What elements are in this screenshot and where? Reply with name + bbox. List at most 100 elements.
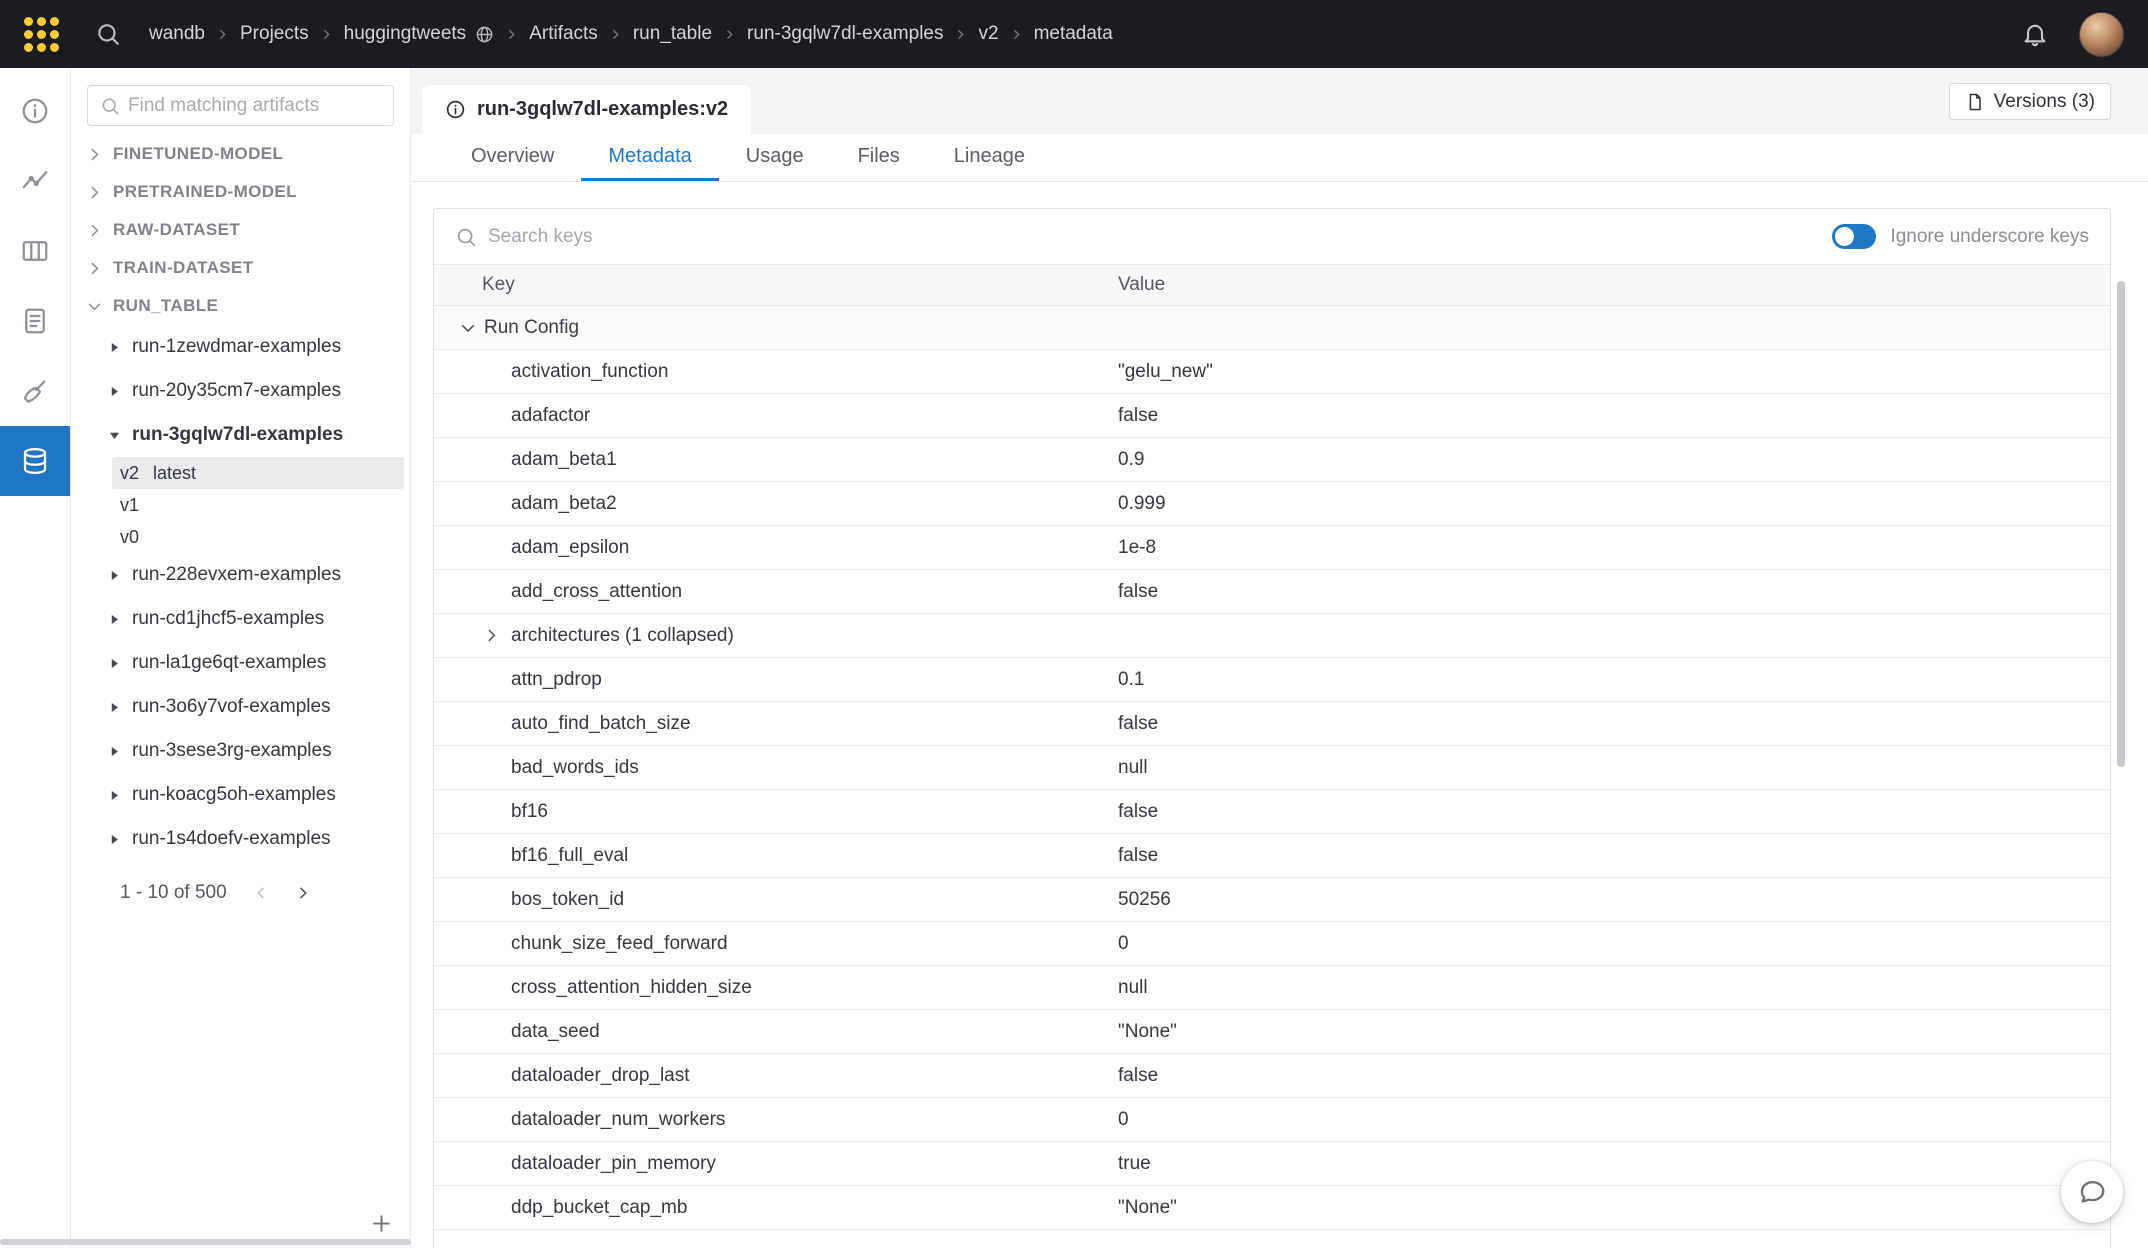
table-row[interactable]: adam_epsilon 1e-8	[434, 526, 2110, 570]
table-row[interactable]: attn_pdrop 0.1	[434, 658, 2110, 702]
table-row[interactable]: cross_attention_hidden_size null	[434, 966, 2110, 1010]
run-config-group-row[interactable]: Run Config	[434, 306, 2110, 350]
row-key: ddp_bucket_cap_mb	[511, 1197, 687, 1219]
artifacts-database-icon[interactable]	[0, 426, 70, 496]
table-row[interactable]: bf16_full_eval false	[434, 834, 2110, 878]
sidebar-collection[interactable]: TRAIN-DATASET	[71, 249, 410, 287]
breadcrumb-item[interactable]: run_table	[633, 23, 712, 45]
version-item[interactable]: v2 latest	[112, 457, 404, 489]
breadcrumb-item[interactable]: wandb	[149, 23, 205, 45]
sidebar-collection[interactable]: FINETUNED-MODEL	[71, 135, 410, 173]
sidebar-collection[interactable]: PRETRAINED-MODEL	[71, 173, 410, 211]
collection-list: FINETUNED-MODEL PRETRAINED-MODEL	[71, 135, 410, 287]
row-key-cell: bf16_full_eval	[434, 845, 1118, 867]
user-avatar[interactable]	[2079, 12, 2124, 57]
sidebar-collection[interactable]: RAW-DATASET	[71, 211, 410, 249]
sidebar-run-item[interactable]: run-cd1jhcf5-examples	[71, 597, 410, 641]
table-row[interactable]: dataloader_num_workers 0	[434, 1098, 2110, 1142]
row-key-cell: dataloader_num_workers	[434, 1109, 1118, 1131]
row-key: adam_beta1	[511, 449, 617, 471]
table-row[interactable]: add_cross_attention false	[434, 570, 2110, 614]
table-row[interactable]: adafactor false	[434, 394, 2110, 438]
sidebar-run-item[interactable]: run-20y35cm7-examples	[71, 369, 410, 413]
table-row[interactable]: bad_words_ids null	[434, 746, 2110, 790]
breadcrumb-item[interactable]: v2	[978, 23, 998, 45]
overview-info-icon[interactable]	[0, 76, 70, 146]
sidebar-horizontal-scrollbar[interactable]	[0, 1239, 411, 1245]
table-row[interactable]: dataloader_pin_memory true	[434, 1142, 2110, 1186]
version-item[interactable]: v1	[112, 489, 404, 521]
sidebar-run-item[interactable]: run-1zewdmar-examples	[71, 325, 410, 369]
add-artifact-button[interactable]	[369, 1211, 394, 1236]
row-key-cell: adam_beta1	[434, 449, 1118, 471]
search-icon	[455, 226, 477, 248]
pagination-prev-icon[interactable]	[253, 885, 269, 901]
wandb-logo[interactable]	[24, 17, 59, 52]
table-row[interactable]: auto_find_batch_size false	[434, 702, 2110, 746]
table-row[interactable]: data_seed "None"	[434, 1010, 2110, 1054]
row-value: 50256	[1118, 889, 2110, 911]
globe-icon	[475, 25, 494, 44]
pagination-next-icon[interactable]	[295, 885, 311, 901]
triangle-down-icon	[108, 429, 121, 442]
nav-search-icon[interactable]	[95, 21, 121, 47]
breadcrumb-item[interactable]: huggingtweets	[344, 23, 467, 45]
ignore-underscore-toggle[interactable]	[1832, 224, 1876, 249]
tab[interactable]: Overview	[444, 134, 581, 181]
tab[interactable]: Files	[831, 134, 927, 181]
version-item[interactable]: v0	[112, 521, 404, 553]
chat-bubble-icon	[2077, 1177, 2107, 1207]
sweeps-broom-icon[interactable]	[0, 356, 70, 426]
tables-panel-icon[interactable]	[0, 216, 70, 286]
sidebar-run-item[interactable]: run-3o6y7vof-examples	[71, 685, 410, 729]
row-value: 0.1	[1118, 669, 2110, 691]
sidebar-run-item[interactable]: run-koacg5oh-examples	[71, 773, 410, 817]
sidebar-run-item[interactable]: run-la1ge6qt-examples	[71, 641, 410, 685]
row-value: "None"	[1118, 1197, 2110, 1219]
chevron-right-icon	[86, 222, 103, 239]
table-row[interactable]: activation_function "gelu_new"	[434, 350, 2110, 394]
search-keys-input[interactable]	[488, 226, 948, 248]
breadcrumb-segment: run_table	[633, 23, 747, 45]
version-alias-tag: latest	[153, 463, 196, 484]
chevron-right-icon[interactable]	[483, 627, 500, 644]
table-row[interactable]: chunk_size_feed_forward 0	[434, 922, 2110, 966]
breadcrumb-separator	[723, 28, 736, 41]
breadcrumb-item[interactable]: Projects	[240, 23, 309, 45]
tab-label: Metadata	[608, 145, 691, 168]
table-row[interactable]: architectures (1 collapsed)	[434, 614, 2110, 658]
row-value: 0.9	[1118, 449, 2110, 471]
table-row[interactable]: adam_beta2 0.999	[434, 482, 2110, 526]
table-row[interactable]: bos_token_id 50256	[434, 878, 2110, 922]
sidebar-run-item[interactable]: run-228evxem-examples	[71, 553, 410, 597]
sidebar-run-item[interactable]: run-3sese3rg-examples	[71, 729, 410, 773]
notifications-bell-icon[interactable]	[2021, 20, 2049, 48]
metadata-panel: Ignore underscore keys Key Value Run Con…	[433, 208, 2111, 1248]
artifact-version-tab[interactable]: run-3gqlw7dl-examples:v2	[422, 85, 751, 134]
workspace-chart-icon[interactable]	[0, 146, 70, 216]
row-key-cell: bf16	[434, 801, 1118, 823]
sidebar-collection-run-table[interactable]: RUN_TABLE	[71, 287, 410, 325]
reports-document-icon[interactable]	[0, 286, 70, 356]
help-chat-button[interactable]	[2061, 1161, 2123, 1223]
versions-button[interactable]: Versions (3)	[1949, 83, 2111, 120]
breadcrumb-item[interactable]: run-3gqlw7dl-examples	[747, 23, 943, 45]
sidebar-run-item-active[interactable]: run-3gqlw7dl-examples	[71, 413, 410, 457]
row-key-cell: add_cross_attention	[434, 581, 1118, 603]
vertical-scrollbar[interactable]	[2117, 281, 2125, 767]
tab[interactable]: Usage	[719, 134, 831, 181]
table-row[interactable]: bf16 false	[434, 790, 2110, 834]
table-row[interactable]: dataloader_drop_last false	[434, 1054, 2110, 1098]
sidebar-run-item[interactable]: run-1s4doefv-examples	[71, 817, 410, 861]
artifact-search-input[interactable]	[128, 95, 381, 117]
row-value: 1e-8	[1118, 537, 2110, 559]
row-key: architectures (1 collapsed)	[511, 625, 734, 647]
tab[interactable]: Metadata	[581, 134, 718, 181]
collection-label: RUN_TABLE	[113, 296, 218, 316]
table-row[interactable]: ddp_bucket_cap_mb "None"	[434, 1186, 2110, 1230]
breadcrumb-item[interactable]: Artifacts	[529, 23, 598, 45]
tab[interactable]: Lineage	[927, 134, 1052, 181]
breadcrumb-segment: Projects	[240, 23, 344, 45]
table-row[interactable]: adam_beta1 0.9	[434, 438, 2110, 482]
breadcrumb-item[interactable]: metadata	[1034, 23, 1113, 45]
